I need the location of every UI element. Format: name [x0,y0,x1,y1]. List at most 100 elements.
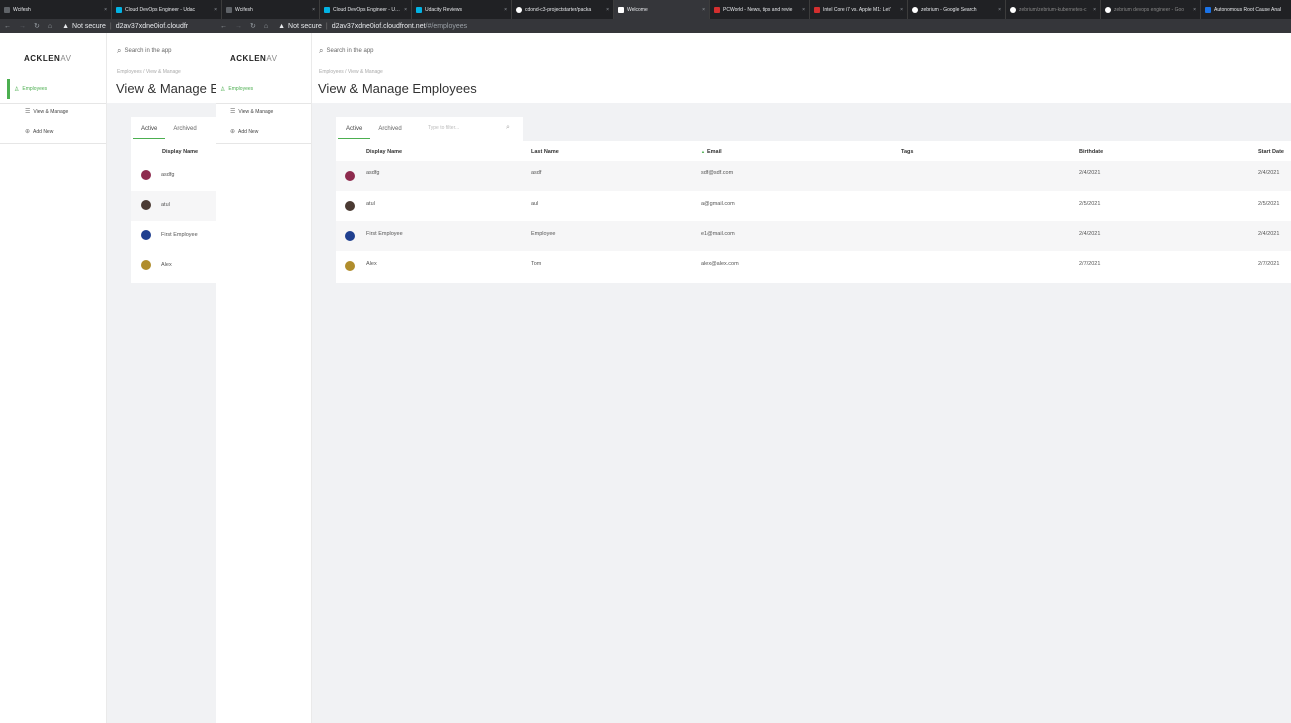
close-icon[interactable]: × [214,7,217,13]
avatar [141,170,151,180]
employees-table: Display Name Last Name ▲ Email Tags Birth… [336,141,1291,283]
status-tabs: Active Archived [133,119,205,139]
column-header-birthdate[interactable]: Birthdate [1079,149,1103,155]
table-row[interactable]: atul aul a@gmail.com 2/5/2021 2/5/2021 [336,191,1291,221]
sidebar-item-add-new[interactable]: ⊕ Add New [25,128,53,136]
table-row[interactable]: asdfg [131,161,216,191]
list-icon: ☰ [230,109,236,115]
table-row[interactable]: First Employee Employee e1@mail.com 2/4/… [336,221,1291,251]
url-text[interactable]: d2av37xdne0iof.cloudfr [116,23,188,30]
column-header-last-name[interactable]: Last Name [531,149,559,155]
sort-ascending-icon: ▲ [701,149,705,154]
tab-favicon-icon [814,6,820,13]
page-title: View & Manage Employees [318,81,477,96]
home-icon[interactable]: ⌂ [48,23,52,30]
column-header-email[interactable]: ▲ Email [701,149,722,155]
close-icon[interactable]: × [802,7,805,13]
avatar [345,201,355,211]
close-icon[interactable]: × [702,7,705,13]
employees-card: Active Archived Display Name asdfg atul … [131,117,216,283]
google-icon [912,6,918,13]
url-text[interactable]: d2av37xdne0iof.cloudfront.net [332,23,426,30]
sidebar-item-employees[interactable]: ♙ Employees [7,79,106,99]
close-icon[interactable]: × [900,7,903,13]
logo[interactable]: ACKLENAV [24,54,71,63]
tab-favicon-icon [324,6,330,13]
table-row[interactable]: atul [131,191,216,221]
browser-tab[interactable]: Wcifesh × [222,0,320,19]
close-icon[interactable]: × [104,7,107,13]
right-window: ACKLENAV ⌕ Search in the app Employees / … [216,33,1291,723]
github-icon [516,6,522,13]
warning-icon: ▲ [62,22,70,30]
browser-tab[interactable]: zebrium/zebrium-kubernetes-c × [1006,0,1101,19]
column-header-tags[interactable]: Tags [901,149,913,155]
tab-active[interactable]: Active [338,119,371,139]
close-icon[interactable]: × [1193,7,1196,13]
table-row[interactable]: Alex [131,251,216,281]
close-icon[interactable]: × [606,7,609,13]
tab-favicon-icon [116,6,122,13]
tab-favicon-icon [416,6,422,13]
logo[interactable]: ACKLENAV [230,54,277,63]
browser-tab[interactable]: Udacity Reviews × [412,0,512,19]
tab-favicon-icon [4,6,10,13]
browser-tab[interactable]: Wcifesh × [0,0,112,19]
column-header-display-name[interactable]: Display Name [162,149,198,155]
table-row[interactable]: First Employee [131,221,216,251]
browser-tab[interactable]: PCWorld - News, tips and revie × [710,0,810,19]
browser-tab[interactable]: Intel Core i7 vs. Apple M1: Let' × [810,0,908,19]
sidebar-item-add-new[interactable]: ⊕ Add New [230,128,258,136]
search-bar[interactable]: ⌕ Search in the app [319,46,374,56]
sidebar-item-view-manage[interactable]: ☰ View & Manage [230,108,273,116]
url-path: /#/employees [425,22,468,30]
column-header-start-date[interactable]: Start Date [1258,149,1284,155]
avatar [141,200,151,210]
search-icon: ⌕ [117,46,122,55]
sidebar-item-employees[interactable]: ♙ Employees [216,79,311,99]
browser-tab[interactable]: zebrium - Google Search × [908,0,1006,19]
plus-circle-icon: ⊕ [25,129,31,135]
table-row[interactable]: asdfg asdf sdf@sdf.com 2/4/2021 2/4/2021 [336,161,1291,191]
browser-tab[interactable]: cdond-c3-projectstarter/packa × [512,0,614,19]
browser-tab[interactable]: Cloud DevOps Engineer - Udac × [320,0,412,19]
forward-icon[interactable]: → [235,23,242,30]
reload-icon[interactable]: ↻ [250,22,256,30]
left-window: ACKLENAV ⌕ Search in the app Employees / … [0,33,216,723]
close-icon[interactable]: × [504,7,507,13]
github-icon [1010,6,1016,13]
search-bar[interactable]: ⌕ Search in the app [117,46,172,56]
forward-icon[interactable]: → [19,23,26,30]
close-icon[interactable]: × [998,7,1001,13]
close-icon[interactable]: × [1093,7,1096,13]
browser-tab[interactable]: Cloud DevOps Engineer - Udac × [112,0,222,19]
warning-icon: ▲ [278,22,286,30]
close-icon[interactable]: × [404,7,407,13]
user-icon: ♙ [14,86,20,93]
tab-active[interactable]: Active [133,119,166,139]
back-icon[interactable]: ← [220,23,227,30]
home-icon[interactable]: ⌂ [264,23,268,30]
address-bar-left: ← → ↻ ⌂ ▲ Not secure | d2av37xdne0iof.cl… [0,19,216,33]
google-icon [1105,6,1111,13]
sidebar-item-view-manage[interactable]: ☰ View & Manage [25,108,68,116]
column-header-display-name[interactable]: Display Name [366,149,402,155]
browser-tab[interactable]: zebrium devops engineer - Goo × [1101,0,1201,19]
browser-tab-active[interactable]: Welcome × [614,0,710,19]
avatar [141,230,151,240]
address-bar-right: ← → ↻ ⌂ ▲ Not secure | d2av37xdne0iof.cl… [216,19,1291,33]
table-toolbar: Active Archived Type to filter... ⌕ [336,117,523,141]
avatar [345,171,355,181]
browser-tab[interactable]: Autonomous Root Cause Anal [1201,0,1291,19]
breadcrumb: Employees / View & Manage [117,69,181,75]
tab-archived[interactable]: Archived [165,119,204,139]
table-row[interactable]: Alex Tom alex@alex.com 2/7/2021 2/7/2021 [336,251,1291,281]
breadcrumb: Employees / View & Manage [319,69,383,75]
document-icon [618,6,624,13]
close-icon[interactable]: × [312,7,315,13]
back-icon[interactable]: ← [4,23,11,30]
reload-icon[interactable]: ↻ [34,22,40,30]
tab-favicon-icon [226,6,232,13]
tab-archived[interactable]: Archived [370,119,409,139]
filter-input[interactable]: Type to filter... ⌕ [428,124,518,131]
